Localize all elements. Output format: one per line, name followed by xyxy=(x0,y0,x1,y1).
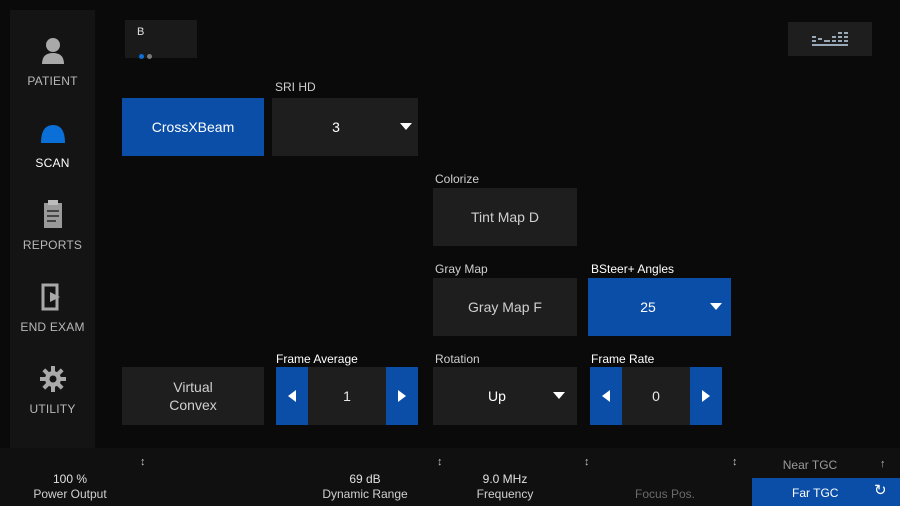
reset-icon: ↻ xyxy=(874,482,887,499)
rotation-value: Up xyxy=(488,388,506,404)
rotation-dropdown[interactable]: Up xyxy=(433,367,577,425)
gray-map-button[interactable]: Gray Map F xyxy=(433,278,577,336)
bsteer-angles-value: 25 xyxy=(640,299,656,315)
updown-arrow-icon: ↕ xyxy=(140,456,146,468)
colorize-button[interactable]: Tint Map D xyxy=(433,188,577,246)
person-icon xyxy=(10,34,95,68)
virtual-convex-button[interactable]: Virtual Convex xyxy=(122,367,264,425)
updown-arrow-icon: ↕ xyxy=(584,456,590,468)
chevron-down-icon xyxy=(400,123,412,130)
frame-average-increase-button[interactable] xyxy=(386,367,418,425)
sidebar-item-label: END EXAM xyxy=(20,320,85,334)
reports-icon xyxy=(10,198,95,232)
probe-icon xyxy=(10,116,95,150)
gray-map-label: Gray Map xyxy=(435,262,488,276)
page-indicator xyxy=(139,46,155,64)
power-output-control[interactable]: 100 % Power Output xyxy=(20,472,120,502)
sri-hd-label: SRI HD xyxy=(275,80,316,94)
bsteer-angles-dropdown[interactable]: 25 xyxy=(588,278,731,336)
sidebar-item-label: SCAN xyxy=(35,156,70,170)
far-tgc-label: Far TGC xyxy=(792,486,839,500)
sidebar-item-label: PATIENT xyxy=(27,74,78,88)
sri-hd-value: 3 xyxy=(332,119,340,135)
chevron-left-icon xyxy=(602,390,610,402)
power-output-value: 100 % xyxy=(52,472,88,486)
levels-icon xyxy=(812,32,848,46)
chevron-right-icon xyxy=(702,390,710,402)
up-arrow-icon: ↑ xyxy=(880,458,886,470)
power-output-label: Power Output xyxy=(33,487,107,501)
sidebar: PATIENT SCAN REPORTS END EXAM UTILITY xyxy=(10,10,95,448)
chevron-down-icon xyxy=(710,303,722,310)
frame-rate-increase-button[interactable] xyxy=(690,367,722,425)
frame-average-value: 1 xyxy=(308,367,386,425)
frame-rate-label: Frame Rate xyxy=(591,352,655,366)
dynamic-range-label: Dynamic Range xyxy=(322,487,408,501)
frequency-label: Frequency xyxy=(476,487,534,501)
chevron-right-icon xyxy=(398,390,406,402)
rotation-label: Rotation xyxy=(435,352,480,366)
sidebar-item-label: REPORTS xyxy=(22,238,83,252)
dynamic-range-value: 69 dB xyxy=(349,472,381,486)
tab-label: B xyxy=(137,26,145,38)
colorize-label: Colorize xyxy=(435,172,480,186)
frame-average-decrease-button[interactable] xyxy=(276,367,308,425)
bottom-control-bar: 100 % Power Output ↕ 69 dB Dynamic Range… xyxy=(0,448,900,506)
sidebar-item-reports[interactable]: REPORTS xyxy=(10,184,95,266)
updown-arrow-icon: ↕ xyxy=(732,456,738,468)
frame-rate-decrease-button[interactable] xyxy=(590,367,622,425)
tab-b-mode[interactable]: B xyxy=(125,20,197,59)
near-tgc-control[interactable]: Near TGC xyxy=(765,458,855,473)
dynamic-range-control[interactable]: 69 dB Dynamic Range xyxy=(305,472,425,502)
frame-average-label: Frame Average xyxy=(276,352,358,366)
near-tgc-label: Near TGC xyxy=(782,458,838,472)
frame-rate-value: 0 xyxy=(622,367,690,425)
sidebar-item-end-exam[interactable]: END EXAM xyxy=(10,266,95,348)
crossxbeam-button[interactable]: CrossXBeam xyxy=(122,98,264,156)
chevron-down-icon xyxy=(553,392,565,399)
bsteer-angles-label: BSteer+ Angles xyxy=(591,262,675,276)
focus-pos-label: Focus Pos. xyxy=(634,487,696,501)
sidebar-item-scan[interactable]: SCAN xyxy=(10,102,95,184)
sidebar-item-label: UTILITY xyxy=(29,402,76,416)
sidebar-item-utility[interactable]: UTILITY xyxy=(10,348,95,430)
sri-hd-dropdown[interactable]: 3 xyxy=(272,98,418,156)
updown-arrow-icon: ↕ xyxy=(437,456,443,468)
layout-toggle-button[interactable] xyxy=(788,22,872,56)
frequency-control[interactable]: 9.0 MHz Frequency xyxy=(455,472,555,502)
focus-pos-control[interactable]: Focus Pos. xyxy=(615,487,715,502)
far-tgc-button[interactable]: Far TGC ↻ xyxy=(752,478,900,506)
sidebar-item-patient[interactable]: PATIENT xyxy=(10,20,95,102)
chevron-left-icon xyxy=(288,390,296,402)
gear-icon xyxy=(10,362,95,396)
frequency-value: 9.0 MHz xyxy=(482,472,528,486)
exit-icon xyxy=(10,280,95,314)
